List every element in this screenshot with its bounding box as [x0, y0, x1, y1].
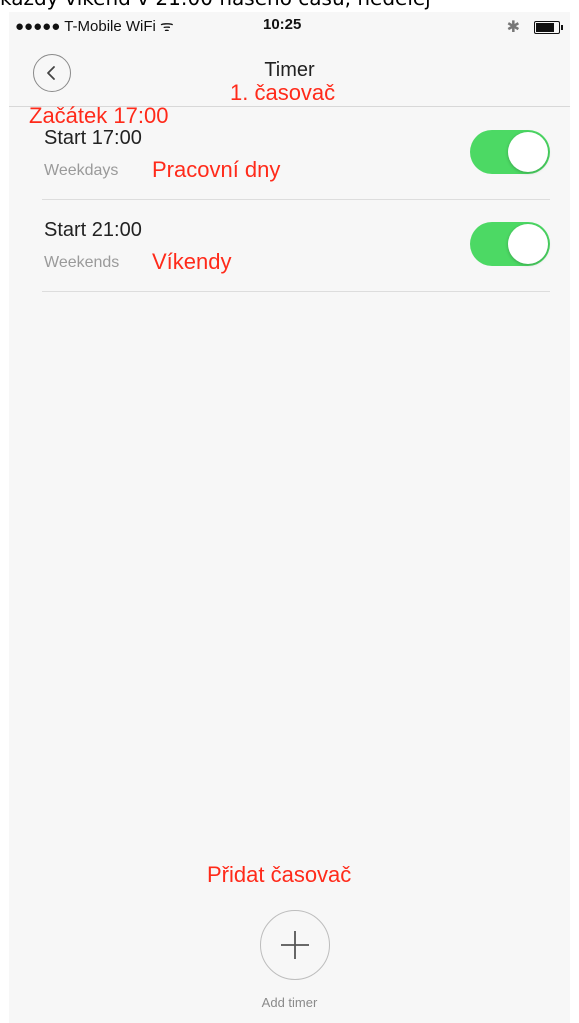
timer-schedule: Weekends	[44, 254, 120, 271]
annotation-weekends-note: Víkendy	[152, 249, 232, 274]
status-time: 10:25	[263, 16, 302, 33]
battery-icon	[534, 20, 563, 34]
plus-icon	[281, 931, 309, 959]
annotation-weekdays-note: Pracovní dny	[152, 157, 281, 182]
page-title: Timer	[264, 59, 315, 81]
toggle-knob	[508, 224, 548, 264]
timer-title: Start 17:00	[44, 127, 142, 149]
status-bar: ●●●●● T-Mobile WiFi ᯤ 10:25 ✱	[9, 12, 570, 40]
timer-toggle[interactable]	[470, 130, 550, 174]
timer-row[interactable]: Start 17:00 Weekdays Pracovní dny	[42, 107, 550, 200]
bluetooth-icon: ✱	[506, 19, 520, 36]
toggle-knob	[508, 132, 548, 172]
timer-toggle[interactable]	[470, 222, 550, 266]
phone-screen: ●●●●● T-Mobile WiFi ᯤ 10:25 ✱ Timer 1. č…	[9, 12, 570, 1023]
cutoff-caption-text: každý víkend v 21:00 našeho času, neděle…	[0, 0, 579, 10]
timer-title: Start 21:00	[44, 219, 142, 241]
status-right: ✱	[506, 17, 563, 37]
annotation-title-note: 1. časovač	[230, 80, 336, 105]
carrier-label: ●●●●● T-Mobile WiFi ᯤ	[15, 18, 174, 35]
add-timer-label: Add timer	[261, 995, 318, 1010]
add-timer-button[interactable]	[260, 910, 330, 980]
timer-schedule: Weekdays	[44, 162, 119, 179]
timer-row[interactable]: Start 21:00 Weekends Víkendy	[42, 199, 550, 292]
annotation-add-note: Přidat časovač	[207, 862, 352, 887]
